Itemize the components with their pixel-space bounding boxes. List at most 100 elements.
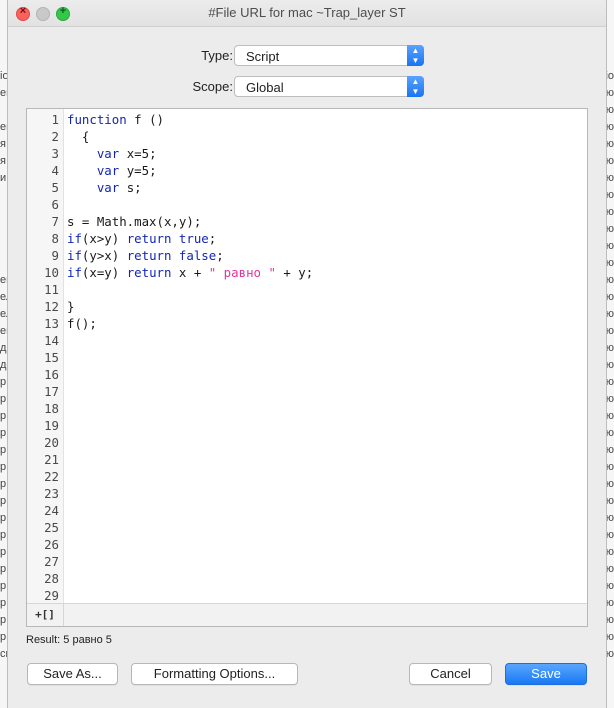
code-token: x=5; bbox=[119, 146, 157, 161]
code-line[interactable]: 27 bbox=[27, 553, 587, 570]
line-number: 29 bbox=[44, 588, 59, 603]
code-line[interactable]: 7 s = Math.max(x,y); bbox=[27, 213, 587, 230]
code-token: (x>y) bbox=[81, 231, 127, 246]
code-token: ; bbox=[216, 248, 224, 263]
code-line[interactable]: 9 if(y>x) return false; bbox=[27, 247, 587, 264]
code-line[interactable]: 28 bbox=[27, 570, 587, 587]
line-content: var y=5; bbox=[67, 162, 157, 179]
code-line[interactable]: 2 { bbox=[27, 128, 587, 145]
save-button[interactable]: Save bbox=[505, 663, 587, 685]
line-number: 8 bbox=[51, 231, 59, 246]
line-content: { bbox=[67, 128, 89, 145]
code-line[interactable]: 25 bbox=[27, 519, 587, 536]
line-content: function f () bbox=[67, 111, 164, 128]
window-title: #File URL for mac ~Trap_layer ST bbox=[208, 5, 406, 20]
code-line[interactable]: 3 var x=5; bbox=[27, 145, 587, 162]
line-number: 4 bbox=[51, 163, 59, 178]
code-token: (y>x) bbox=[81, 248, 127, 263]
code-token: + y; bbox=[275, 265, 314, 280]
code-string: " равно " bbox=[208, 265, 276, 280]
line-number: 11 bbox=[44, 282, 59, 297]
cancel-button[interactable]: Cancel bbox=[409, 663, 492, 685]
code-line[interactable]: 16 bbox=[27, 366, 587, 383]
code-keyword: var bbox=[96, 180, 120, 195]
code-keyword: return bbox=[126, 248, 172, 263]
code-line[interactable]: 5 var s; bbox=[27, 179, 587, 196]
line-number: 9 bbox=[51, 248, 59, 263]
code-editor[interactable]: 1 function f () 2 {3 var x=5; 4 var y=5; 5 v… bbox=[26, 108, 588, 627]
line-content: if(y>x) return false; bbox=[67, 247, 224, 264]
line-number: 17 bbox=[44, 384, 59, 399]
code-line[interactable]: 19 bbox=[27, 417, 587, 434]
title-bar[interactable]: × + #File URL for mac ~Trap_layer ST bbox=[8, 0, 606, 27]
line-number: 12 bbox=[44, 299, 59, 314]
line-content: var s; bbox=[67, 179, 142, 196]
type-label: Type: bbox=[201, 48, 233, 63]
code-line[interactable]: 23 bbox=[27, 485, 587, 502]
code-line[interactable]: 22 bbox=[27, 468, 587, 485]
line-number: 19 bbox=[44, 418, 59, 433]
code-keyword: if bbox=[67, 231, 82, 246]
code-token: ; bbox=[208, 231, 217, 246]
line-number: 27 bbox=[44, 554, 59, 569]
line-content: f(); bbox=[67, 315, 97, 332]
code-line[interactable]: 1 function f () bbox=[27, 111, 587, 128]
line-number: 16 bbox=[44, 367, 59, 382]
formatting-options-button[interactable]: Formatting Options... bbox=[131, 663, 298, 685]
code-keyword: false bbox=[178, 248, 217, 263]
result-text: Result: 5 равно 5 bbox=[26, 634, 112, 646]
code-line[interactable]: 6 bbox=[27, 196, 587, 213]
code-keyword: return bbox=[126, 231, 172, 246]
line-content: if(x>y) return true; bbox=[67, 230, 216, 247]
code-line[interactable]: 20 bbox=[27, 434, 587, 451]
code-line[interactable]: 12} bbox=[27, 298, 587, 315]
line-number: 14 bbox=[44, 333, 59, 348]
code-keyword: if bbox=[67, 248, 82, 263]
code-line[interactable]: 18 bbox=[27, 400, 587, 417]
code-keyword: true bbox=[178, 231, 209, 246]
line-number: 26 bbox=[44, 537, 59, 552]
code-line[interactable]: 13 f(); bbox=[27, 315, 587, 332]
code-line[interactable]: 26 bbox=[27, 536, 587, 553]
line-number: 6 bbox=[51, 197, 59, 212]
line-number: 2 bbox=[51, 129, 59, 144]
code-line[interactable]: 8 if(x>y) return true; bbox=[27, 230, 587, 247]
code-line[interactable]: 4 var y=5; bbox=[27, 162, 587, 179]
line-content: } bbox=[67, 298, 74, 315]
line-number: 25 bbox=[44, 520, 59, 535]
code-token: } bbox=[67, 299, 75, 314]
code-token: x + bbox=[171, 265, 209, 280]
line-number: 21 bbox=[44, 452, 59, 467]
line-number: 24 bbox=[44, 503, 59, 518]
code-line[interactable]: 11 bbox=[27, 281, 587, 298]
code-line[interactable]: 15 bbox=[27, 349, 587, 366]
code-line[interactable]: 24 bbox=[27, 502, 587, 519]
code-token: f(); bbox=[67, 316, 97, 331]
type-select[interactable]: Script ▲ ▼ bbox=[234, 45, 424, 66]
line-number: 13 bbox=[44, 316, 59, 331]
line-content: if(x=y) return x + " равно " + y; bbox=[67, 264, 313, 281]
save-as-button[interactable]: Save As... bbox=[27, 663, 118, 685]
code-token: { bbox=[67, 129, 90, 144]
scope-select[interactable]: Global ▲ ▼ bbox=[234, 76, 424, 97]
code-line[interactable]: 17 bbox=[27, 383, 587, 400]
line-number: 7 bbox=[51, 214, 59, 229]
code-line[interactable]: 21 bbox=[27, 451, 587, 468]
line-content: var x=5; bbox=[67, 145, 157, 162]
code-line[interactable]: 14 bbox=[27, 332, 587, 349]
code-line[interactable]: 29 bbox=[27, 587, 587, 604]
updown-chevron-icon: ▲ ▼ bbox=[407, 45, 424, 66]
insert-brackets-button[interactable]: +[] bbox=[27, 604, 64, 626]
code-line[interactable]: 10 if(x=y) return x + " равно " + y; bbox=[27, 264, 587, 281]
code-keyword: return bbox=[126, 265, 172, 280]
line-number: 1 bbox=[51, 112, 59, 127]
scope-label: Scope: bbox=[192, 79, 233, 94]
code-text-area[interactable]: 1 function f () 2 {3 var x=5; 4 var y=5; 5 v… bbox=[27, 111, 587, 604]
line-number: 23 bbox=[44, 486, 59, 501]
type-select-value: Script bbox=[246, 49, 280, 64]
line-number: 5 bbox=[51, 180, 59, 195]
